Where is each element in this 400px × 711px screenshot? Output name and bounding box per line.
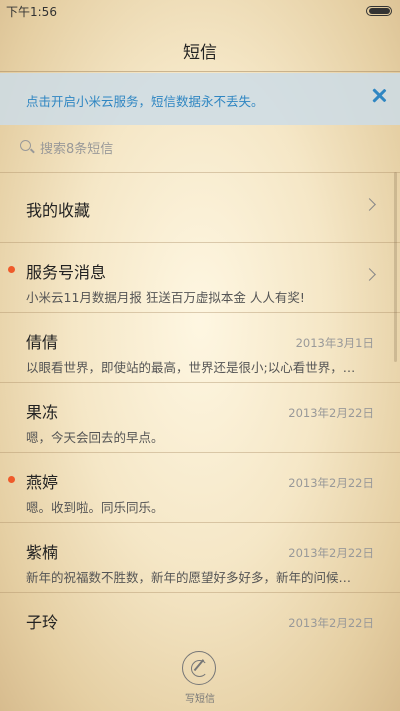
- list-item-preview: 新年的祝福数不胜数，新年的愿望好多好多，新年的问候…: [26, 570, 352, 585]
- banner-text[interactable]: 点击开启小米云服务，短信数据永不丢失。: [26, 91, 264, 110]
- title-bar: 短信: [0, 22, 400, 72]
- list-item-name: 果冻: [26, 403, 59, 422]
- unread-dot: [8, 266, 15, 273]
- cloud-backup-banner[interactable]: 点击开启小米云服务，短信数据永不丢失。: [0, 73, 400, 125]
- conversation-list: 我的收藏 服务号消息 小米云11月数据月报 狂送百万虚拟本金 人人有奖! 倩倩 …: [0, 172, 400, 636]
- list-item-name: 我的收藏: [26, 201, 91, 220]
- list-item-name: 子玲: [26, 613, 59, 632]
- list-item-date: 2013年2月22日: [288, 476, 374, 490]
- list-item-preview: 嗯，今天会回去的早点。: [26, 430, 164, 445]
- status-bar: 下午1:56: [0, 0, 400, 22]
- list-item-name: 燕婷: [26, 473, 59, 492]
- status-time: 下午1:56: [6, 5, 57, 19]
- unread-dot: [8, 476, 15, 483]
- search-icon: [20, 140, 31, 151]
- list-item[interactable]: 服务号消息 小米云11月数据月报 狂送百万虚拟本金 人人有奖!: [0, 243, 400, 313]
- list-item-preview: 小米云11月数据月报 狂送百万虚拟本金 人人有奖!: [26, 290, 305, 305]
- bottom-bar: 写短信: [0, 636, 400, 711]
- chevron-right-icon: [363, 198, 376, 211]
- list-item[interactable]: 紫楠 2013年2月22日 新年的祝福数不胜数，新年的愿望好多好多，新年的问候…: [0, 523, 400, 593]
- list-item-favorites[interactable]: 我的收藏: [0, 173, 400, 243]
- list-item-name: 紫楠: [26, 543, 59, 562]
- battery-icon: [366, 6, 392, 16]
- list-item-date: 2013年3月1日: [295, 336, 374, 350]
- compose-label[interactable]: 写短信: [0, 690, 400, 705]
- list-item[interactable]: 倩倩 2013年3月1日 以眼看世界，即使站的最高，世界还是很小;以心看世界，…: [0, 313, 400, 383]
- list-item[interactable]: 果冻 2013年2月22日 嗯，今天会回去的早点。: [0, 383, 400, 453]
- scrollbar[interactable]: [394, 172, 397, 362]
- close-icon[interactable]: [372, 88, 386, 102]
- search-input[interactable]: 搜索8条短信: [40, 138, 113, 157]
- list-item[interactable]: 子玲 2013年2月22日: [0, 593, 400, 636]
- chevron-right-icon: [363, 268, 376, 281]
- page-title: 短信: [183, 43, 217, 63]
- list-item-date: 2013年2月22日: [288, 546, 374, 560]
- list-item-name: 倩倩: [26, 333, 59, 352]
- list-item-date: 2013年2月22日: [288, 616, 374, 630]
- list-item-preview: 嗯。收到啦。同乐同乐。: [26, 500, 164, 515]
- search-bar[interactable]: 搜索8条短信: [14, 134, 386, 162]
- compose-icon[interactable]: [182, 651, 216, 685]
- list-item-preview: 以眼看世界，即使站的最高，世界还是很小;以心看世界，…: [26, 360, 356, 375]
- list-item-name: 服务号消息: [26, 263, 107, 282]
- list-item-date: 2013年2月22日: [288, 406, 374, 420]
- list-item[interactable]: 燕婷 2013年2月22日 嗯。收到啦。同乐同乐。: [0, 453, 400, 523]
